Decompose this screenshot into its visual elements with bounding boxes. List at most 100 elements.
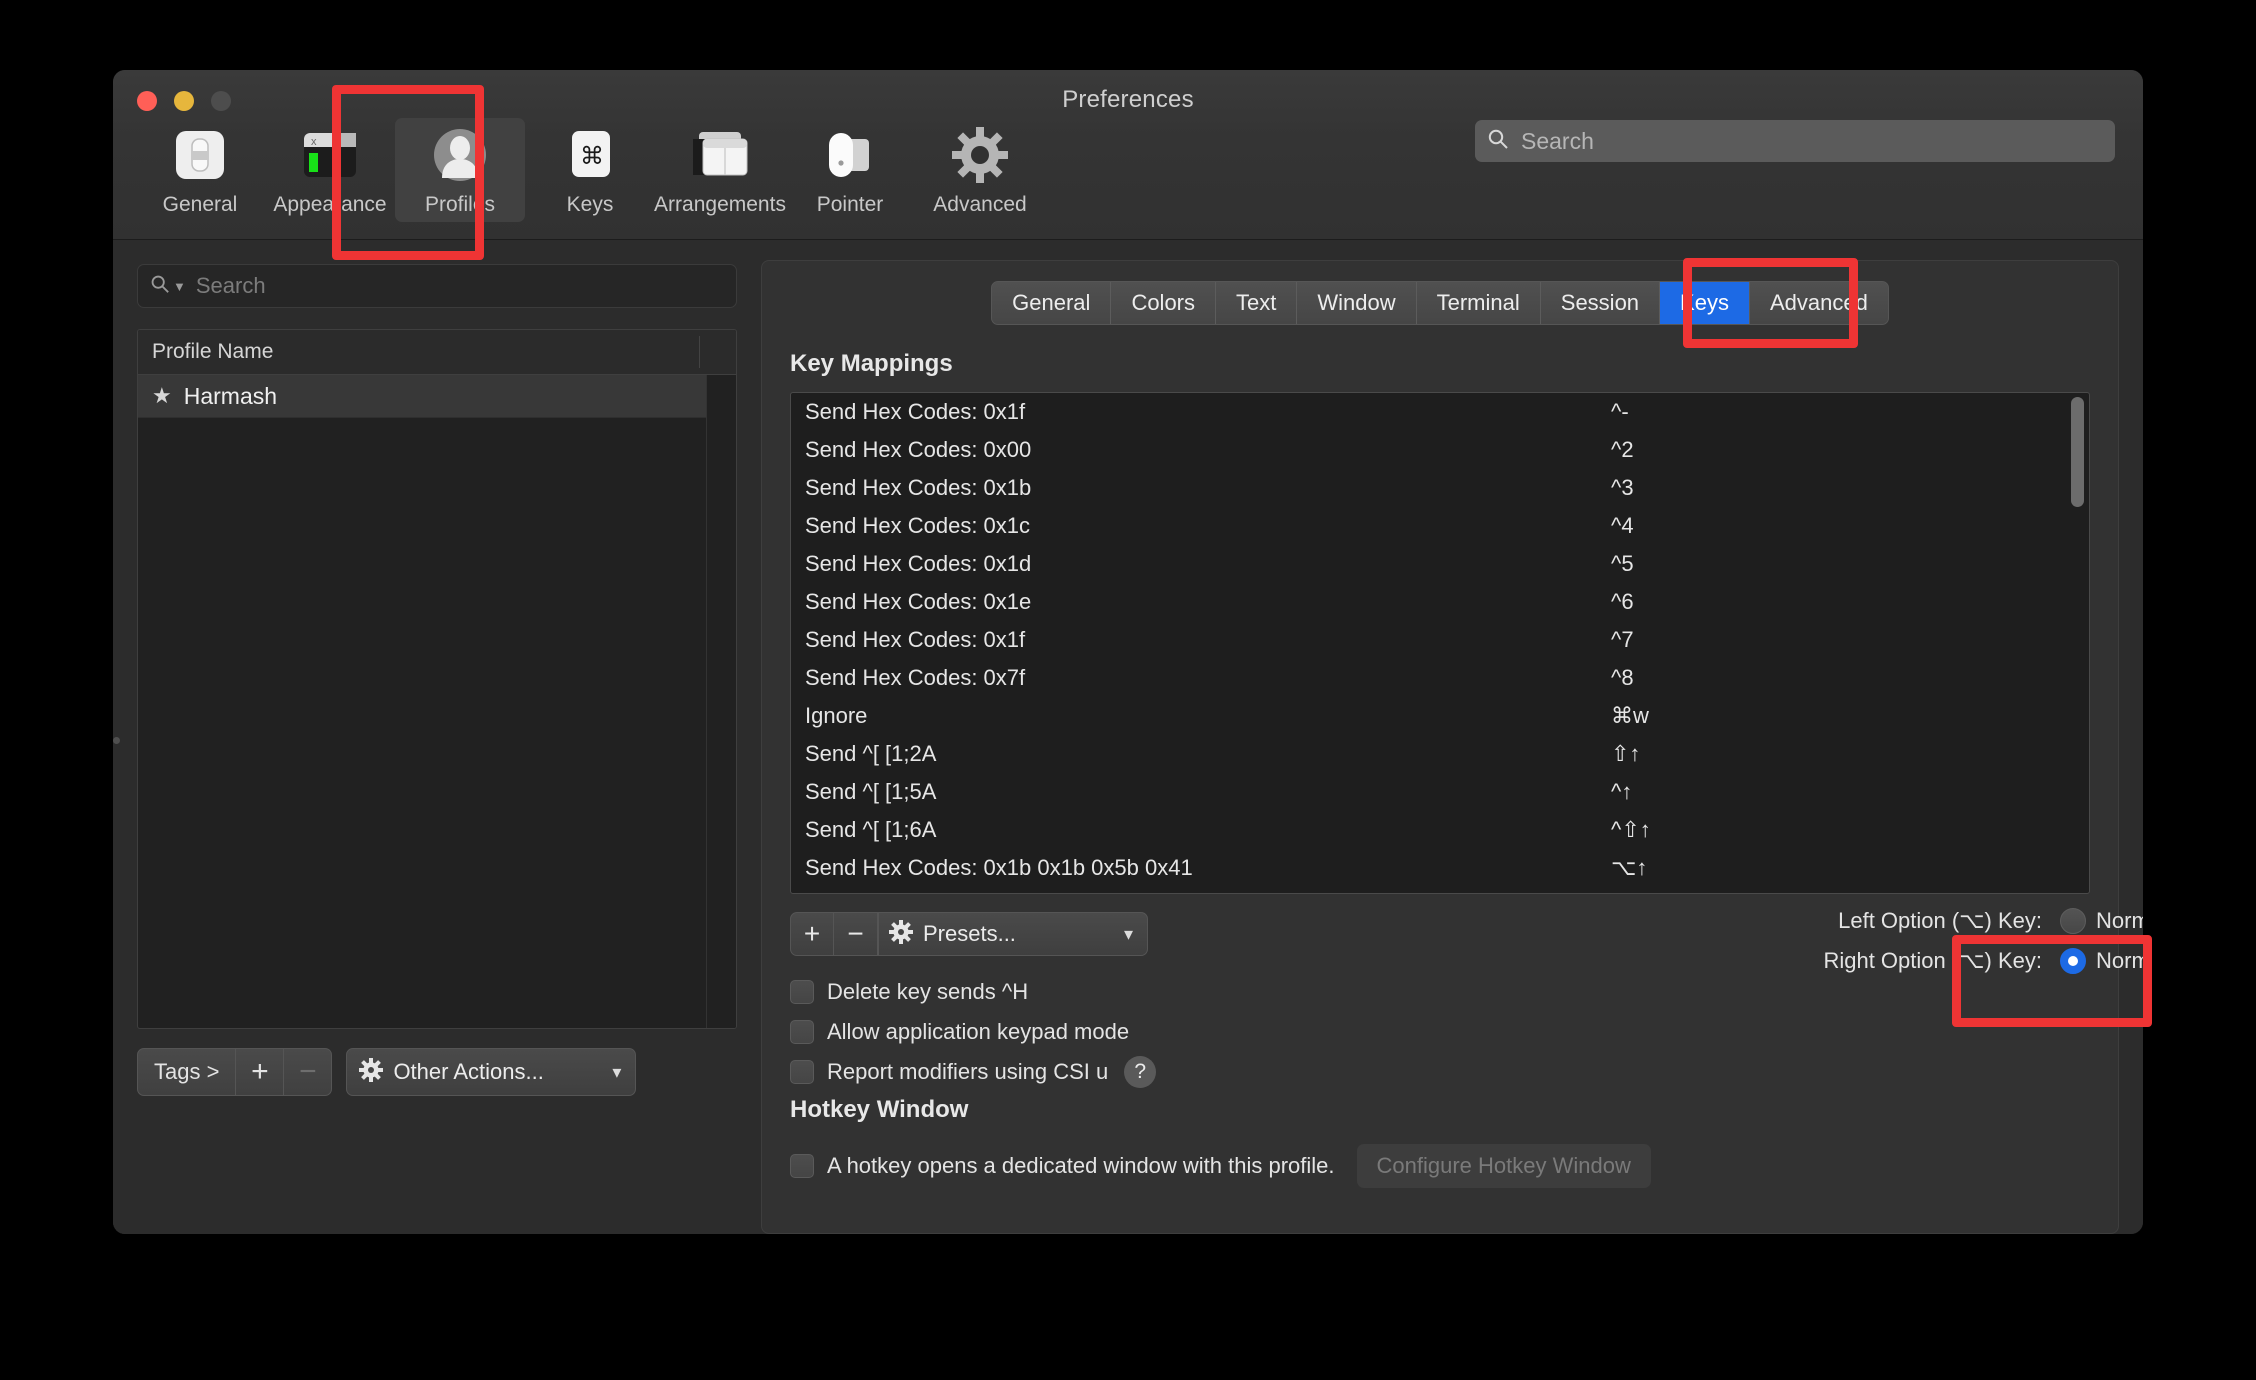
key-mapping-action: Send ^[ [1;2A <box>805 741 937 766</box>
toolbar-item-advanced[interactable]: Advanced <box>915 118 1045 222</box>
option-report-modifiers-using-csi-u[interactable]: Report modifiers using CSI u ? <box>790 1052 2090 1092</box>
key-mappings-title: Key Mappings <box>790 350 953 377</box>
right-option-normal-radio[interactable] <box>2060 948 2086 974</box>
search-icon <box>150 274 170 299</box>
list-item[interactable]: Send Hex Codes: 0x1e ^6 <box>791 583 2089 621</box>
tab-keys[interactable]: Keys <box>1660 282 1750 324</box>
list-item[interactable]: Send Hex Codes: 0x00 ^2 <box>791 431 2089 469</box>
table-row[interactable]: ★ Harmash <box>138 375 736 418</box>
list-item[interactable]: Send Hex Codes: 0x7f ^8 <box>791 659 2089 697</box>
key-mapping-shortcut: ^3 <box>1611 475 1634 500</box>
column-header-profile-name[interactable]: Profile Name <box>138 340 273 364</box>
add-profile-button[interactable]: + <box>236 1048 285 1096</box>
split-view-handle[interactable] <box>113 737 120 744</box>
profiles-table: Profile Name ★ Harmash <box>137 329 737 1029</box>
toolbar-item-appearance[interactable]: x Appearance <box>265 118 395 222</box>
column-divider <box>699 336 700 368</box>
list-item[interactable]: Send Hex Codes: 0x1f ^- <box>791 393 2089 431</box>
key-mapping-shortcut: ^⇧↑ <box>1611 817 1651 842</box>
tab-session[interactable]: Session <box>1540 282 1661 324</box>
key-mapping-action: Send Hex Codes: 0x1b 0x1b 0x5b 0x41 <box>805 855 1193 880</box>
remove-key-mapping-button[interactable]: − <box>834 912 878 956</box>
list-item[interactable]: Send Hex Codes: 0x1b ^3 <box>791 469 2089 507</box>
terminal-window-icon: x <box>300 124 360 186</box>
profiles-table-scroll-column <box>706 375 736 1028</box>
option-key-settings: Left Option (⌥) Key: Normal Meta Esc+ Ri… <box>1772 901 2143 981</box>
tab-text[interactable]: Text <box>1216 282 1298 324</box>
option-label: Delete key sends ^H <box>827 979 1029 1004</box>
left-option-normal-radio[interactable] <box>2060 908 2086 934</box>
tab-general[interactable]: General <box>992 282 1112 324</box>
hotkey-window-checkbox[interactable] <box>790 1154 814 1178</box>
key-mapping-shortcut: ⇧↑ <box>1611 741 1641 766</box>
toolbar-label-pointer: Pointer <box>816 193 884 216</box>
toolbar-item-pointer[interactable]: Pointer <box>785 118 915 222</box>
key-mapping-shortcut: ^5 <box>1611 551 1634 576</box>
toolbar-item-keys[interactable]: ⌘ Keys <box>525 118 655 222</box>
list-item[interactable]: Send ^[ [1;6A ^⇧↑ <box>791 811 2089 849</box>
scrollbar-thumb[interactable] <box>2071 397 2084 507</box>
sidebar-search-input[interactable]: ▼ Search <box>137 264 737 308</box>
configure-hotkey-window-button[interactable]: Configure Hotkey Window <box>1356 1144 1651 1188</box>
hotkey-window-checkbox-label: A hotkey opens a dedicated window with t… <box>827 1153 1335 1178</box>
chevron-down-icon: ▾ <box>1123 923 1133 944</box>
key-mappings-scrollbar[interactable] <box>2069 397 2085 891</box>
other-actions-menu[interactable]: Other Actions... ▾ <box>346 1048 637 1096</box>
toolbar-search-field[interactable]: Search <box>1475 120 2115 162</box>
tab-window[interactable]: Window <box>1297 282 1417 324</box>
toolbar-item-profiles[interactable]: Profiles <box>395 118 525 222</box>
tab-colors[interactable]: Colors <box>1111 282 1217 324</box>
key-mappings-list[interactable]: Send Hex Codes: 0x1f ^- Send Hex Codes: 0… <box>790 392 2090 894</box>
list-item[interactable]: Ignore ⌘w <box>791 697 2089 735</box>
tags-button[interactable]: Tags > <box>137 1048 237 1096</box>
window-stack-icon <box>687 124 753 186</box>
key-mapping-action: Send Hex Codes: 0x1d <box>805 551 1032 576</box>
hotkey-window-title: Hotkey Window <box>790 1096 969 1123</box>
right-option-key-row: Right Option (⌥) Key: Normal Meta Esc+ <box>1772 941 2143 981</box>
key-mapping-action: Send ^[ [1;6A <box>805 817 937 842</box>
toolbar-label-appearance: Appearance <box>273 193 387 216</box>
remove-profile-button[interactable]: − <box>284 1048 333 1096</box>
toolbar-label-keys: Keys <box>566 193 614 216</box>
list-item[interactable]: Send Hex Codes: 0x1c ^4 <box>791 507 2089 545</box>
list-item[interactable]: Send Hex Codes: 0x1b 0x1b 0x5b 0x41 ⌥↑ <box>791 849 2089 887</box>
toolbar-search-placeholder: Search <box>1521 127 1594 154</box>
checkbox[interactable] <box>790 1020 814 1044</box>
svg-text:x: x <box>311 136 317 148</box>
radio-label: Normal <box>2096 948 2143 973</box>
gear-icon <box>951 124 1009 186</box>
toolbar-item-arrangements[interactable]: Arrangements <box>654 118 786 222</box>
key-mapping-action: Send Hex Codes: 0x1e <box>805 589 1032 614</box>
key-mapping-shortcut: ^- <box>1611 399 1629 424</box>
toolbar-label-advanced: Advanced <box>933 193 1027 216</box>
profiles-table-rows: ★ Harmash <box>138 375 736 1028</box>
presets-menu[interactable]: Presets... ▾ <box>878 912 1148 956</box>
checkbox[interactable] <box>790 1060 814 1084</box>
help-icon[interactable]: ? <box>1124 1056 1157 1088</box>
list-item[interactable]: Send Hex Codes: 0x1d ^5 <box>791 545 2089 583</box>
screenshot-root: Preferences General x Appearance Profile… <box>0 0 2256 1380</box>
settings-tabbar: General Colors Text Window Terminal Sess… <box>790 281 2090 325</box>
key-mapping-action: Ignore <box>805 703 868 728</box>
tab-advanced[interactable]: Advanced <box>1749 282 1888 324</box>
left-option-key-row: Left Option (⌥) Key: Normal Meta Esc+ <box>1772 901 2143 941</box>
option-allow-application-keypad-mode[interactable]: Allow application keypad mode <box>790 1012 2090 1052</box>
list-item[interactable]: Send ^[ [1;2A ⇧↑ <box>791 735 2089 773</box>
add-key-mapping-button[interactable]: + <box>790 912 834 956</box>
key-mapping-shortcut: ^↑ <box>1611 779 1633 804</box>
checkbox[interactable] <box>790 980 814 1004</box>
list-item[interactable]: Send Hex Codes: 0x1f ^7 <box>791 621 2089 659</box>
left-option-key-label: Left Option (⌥) Key: <box>1838 908 2042 933</box>
list-item[interactable]: Send ^[ [1;5A ^↑ <box>791 773 2089 811</box>
key-mapping-shortcut: ^4 <box>1611 513 1634 538</box>
star-icon: ★ <box>152 383 172 408</box>
radio-label: Normal <box>2096 908 2143 933</box>
key-mapping-action: Send Hex Codes: 0x1b <box>805 475 1032 500</box>
person-avatar-icon <box>431 124 489 186</box>
toolbar-label-arrangements: Arrangements <box>654 193 786 216</box>
chevron-down-icon[interactable]: ▼ <box>173 279 186 294</box>
sidebar-bottom-bar: Tags > + − Other Actions... ▾ <box>137 1048 737 1096</box>
settings-tabs: General Colors Text Window Terminal Sess… <box>991 281 1889 325</box>
tab-terminal[interactable]: Terminal <box>1416 282 1541 324</box>
toolbar-item-general[interactable]: General <box>135 118 265 222</box>
